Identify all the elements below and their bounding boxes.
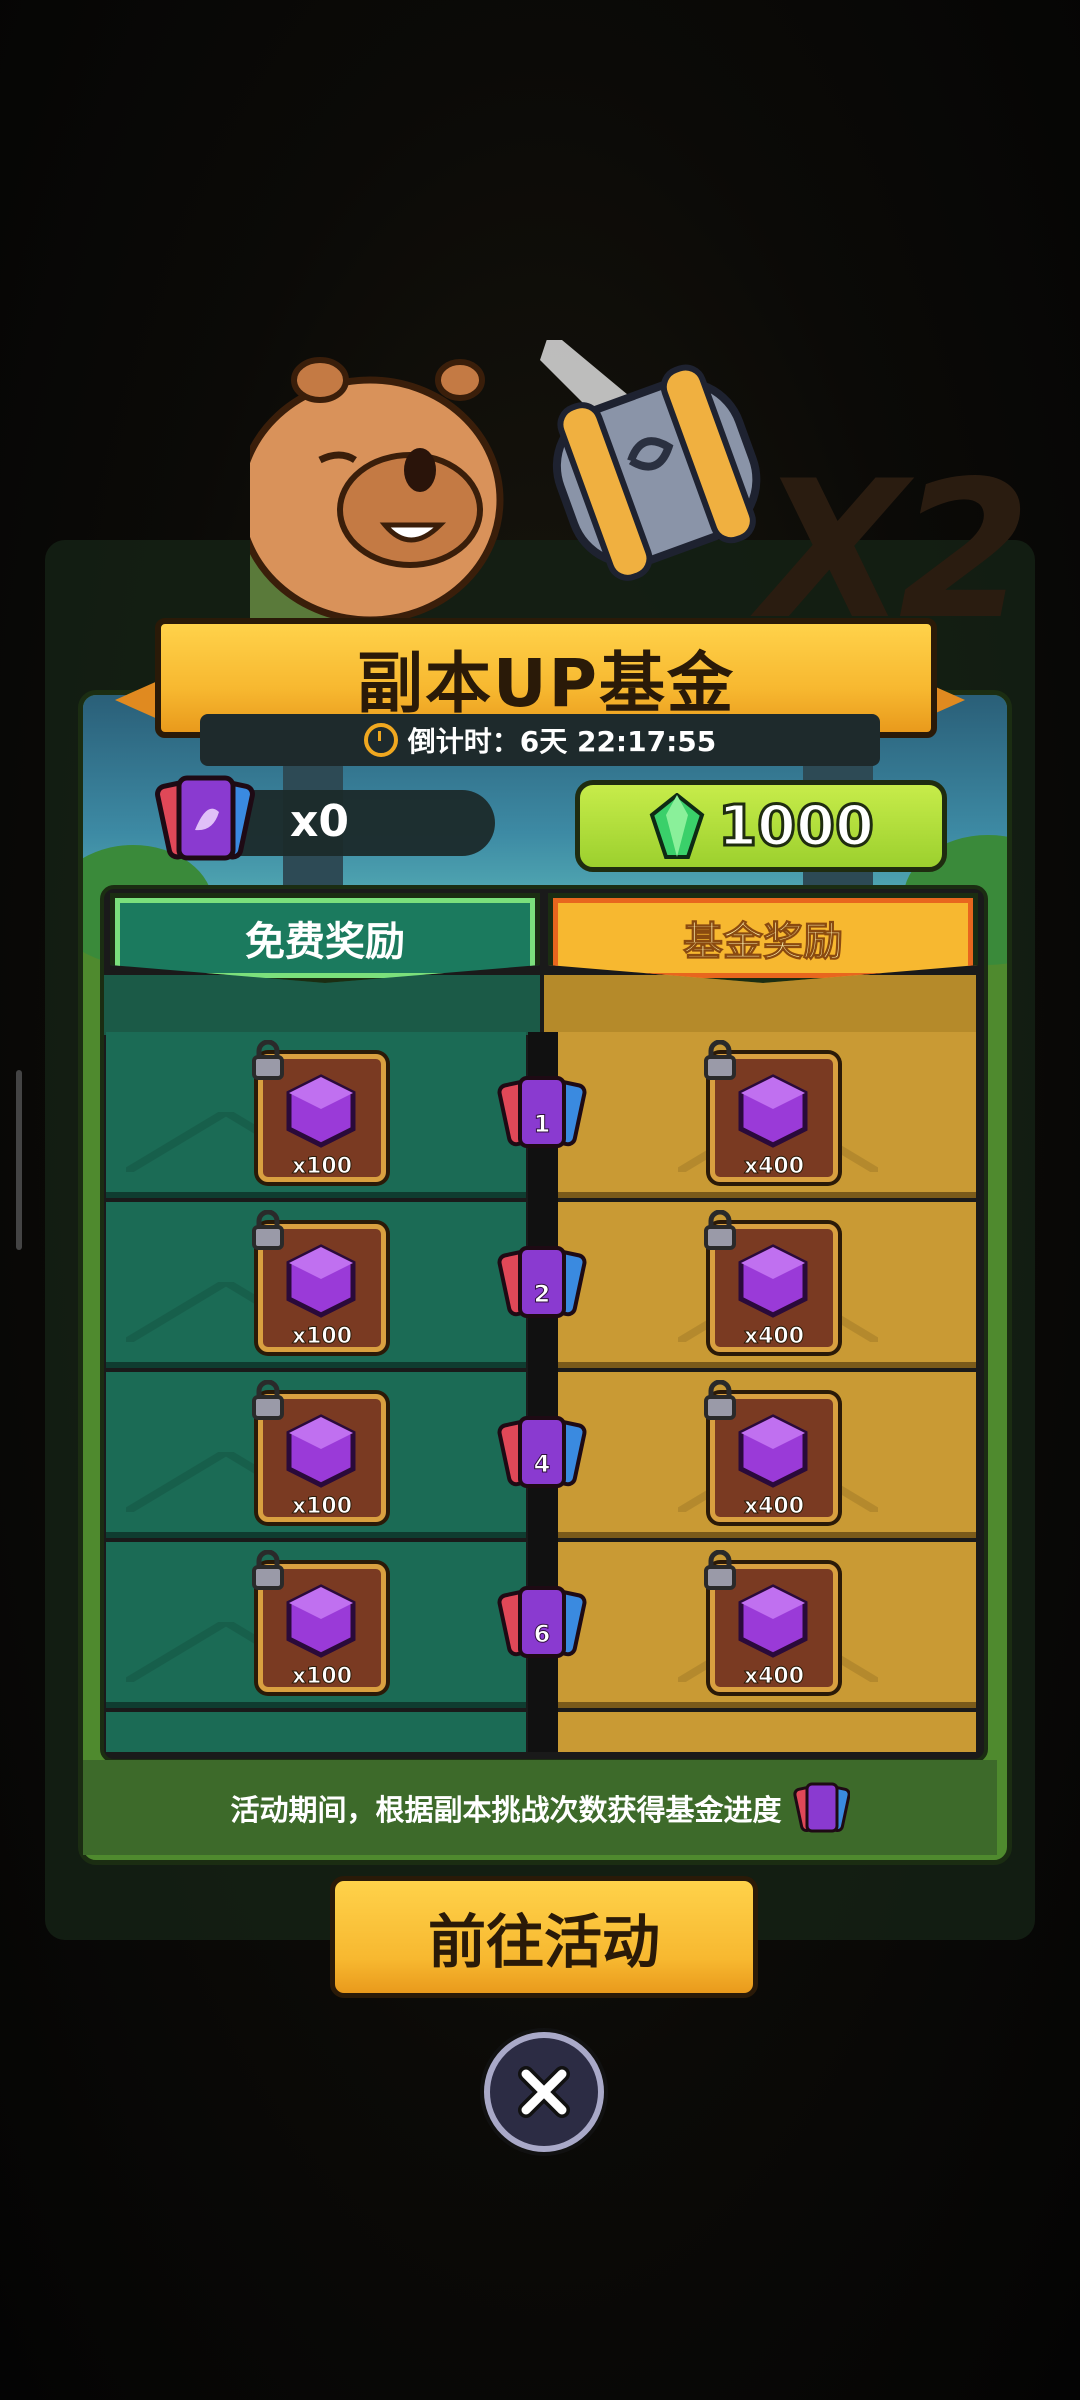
ticket-count: x0: [290, 796, 349, 847]
reward-quantity: x400: [743, 1664, 805, 1690]
purple-cube-icon: [286, 1074, 356, 1148]
gem-icon: [649, 793, 705, 859]
lock-icon: [252, 1550, 284, 1590]
purple-cube-icon: [286, 1244, 356, 1318]
lock-icon: [704, 1210, 736, 1250]
milestone-marker: 1: [494, 1072, 590, 1156]
reward-quantity: x400: [743, 1494, 805, 1520]
close-icon: [518, 2066, 570, 2118]
reward-quantity: x100: [291, 1324, 353, 1350]
milestone-marker: 4: [494, 1412, 590, 1496]
close-button[interactable]: [484, 2032, 604, 2152]
tab-free-rewards[interactable]: 免费奖励: [110, 893, 540, 983]
lock-icon: [252, 1210, 284, 1250]
free-track-header-strip: [104, 975, 540, 1035]
reward-row: x100 x400 6: [104, 1542, 976, 1708]
stopwatch-icon: [363, 723, 398, 757]
free-reward-cell[interactable]: [106, 1712, 526, 1752]
edge-handle: [16, 1070, 22, 1250]
reward-quantity: x400: [743, 1324, 805, 1350]
fund-reward-cell[interactable]: x400: [558, 1202, 976, 1368]
purple-cube-icon: [738, 1074, 808, 1148]
purple-cube-icon: [286, 1414, 356, 1488]
fund-track-header-strip: [544, 975, 976, 1035]
reward-row: x100 x400 1: [104, 1032, 976, 1198]
fund-reward-cell[interactable]: x400: [558, 1542, 976, 1708]
lock-icon: [252, 1380, 284, 1420]
purple-cube-icon: [738, 1244, 808, 1318]
reward-row-partial: [104, 1712, 976, 1752]
reward-quantity: x400: [743, 1154, 805, 1180]
milestone-marker: 6: [494, 1582, 590, 1666]
lock-icon: [252, 1040, 284, 1080]
countdown-timer: 倒计时：6天 22:17:55: [200, 714, 880, 766]
lock-icon: [704, 1550, 736, 1590]
hint-text: 活动期间，根据副本挑战次数获得基金进度: [230, 1792, 782, 1827]
reward-quantity: x100: [291, 1154, 353, 1180]
purple-cube-icon: [286, 1584, 356, 1658]
free-reward-cell[interactable]: x100: [106, 1372, 526, 1538]
reward-row: x100 x400 4: [104, 1372, 976, 1538]
free-reward-cell[interactable]: x100: [106, 1202, 526, 1368]
fund-reward-cell[interactable]: [558, 1712, 976, 1752]
reward-quantity: x100: [291, 1664, 353, 1690]
ticket-icon: [155, 775, 255, 861]
purple-cube-icon: [738, 1584, 808, 1658]
fund-reward-cell[interactable]: x400: [558, 1372, 976, 1538]
tab-fund-rewards[interactable]: 基金奖励: [548, 893, 978, 983]
milestone-number: 6: [533, 1620, 551, 1649]
milestone-marker: 2: [494, 1242, 590, 1326]
hint-footer: 活动期间，根据副本挑战次数获得基金进度: [83, 1760, 997, 1855]
ticket-icon: [792, 1782, 850, 1832]
free-reward-cell[interactable]: x100: [106, 1032, 526, 1198]
lock-icon: [704, 1040, 736, 1080]
gem-value: 1000: [717, 792, 876, 860]
popup-title: 副本UP基金: [357, 645, 735, 722]
lock-icon: [704, 1380, 736, 1420]
countdown-text: 倒计时：6天 22:17:55: [407, 725, 717, 758]
reward-row: x100 x400 2: [104, 1202, 976, 1368]
fund-reward-cell[interactable]: x400: [558, 1032, 976, 1198]
free-reward-cell[interactable]: x100: [106, 1542, 526, 1708]
milestone-number: 1: [533, 1110, 551, 1139]
purple-cube-icon: [738, 1414, 808, 1488]
gem-price-box[interactable]: 1000: [575, 780, 947, 872]
go-to-event-button[interactable]: 前往活动: [330, 1876, 758, 1998]
reward-quantity: x100: [291, 1494, 353, 1520]
milestone-number: 4: [533, 1450, 551, 1479]
reward-rows: x100 x400 1 x100 x400 2 x100 x400 4 x100…: [104, 1032, 976, 1752]
milestone-number: 2: [533, 1280, 551, 1309]
